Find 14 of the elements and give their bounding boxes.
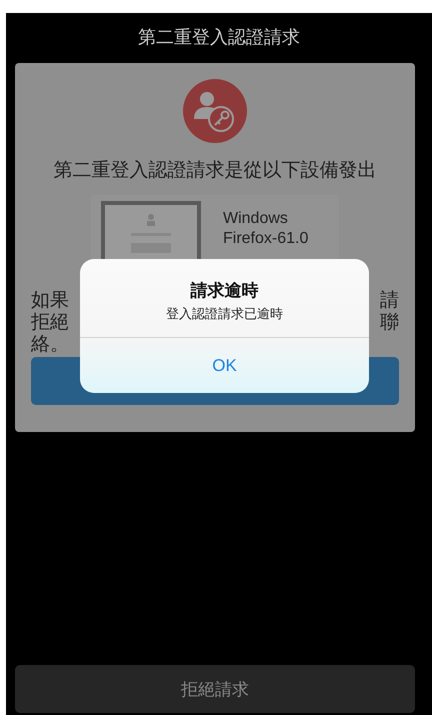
notice-text: 拒絕 [31, 311, 69, 333]
notice-text: 如果 [31, 289, 69, 311]
card-heading: 第二重登入認證請求是從以下設備發出 [54, 158, 376, 183]
device-label: Firefox-61.0 [223, 229, 308, 249]
device-label: Windows [223, 209, 289, 229]
dialog-title: 請求逾時 [190, 280, 258, 302]
notice-text: 絡。 [31, 333, 69, 355]
ok-button[interactable]: OK [80, 337, 369, 393]
screen-title: 第二重登入認證請求 [138, 26, 300, 50]
dialog-message: 登入認證請求已逾時 [166, 306, 283, 323]
user-key-icon [183, 79, 247, 143]
notice-text: 聯 [380, 311, 399, 333]
notice-text: 請 [380, 289, 399, 311]
reject-button[interactable]: 拒絕請求 [15, 665, 415, 713]
